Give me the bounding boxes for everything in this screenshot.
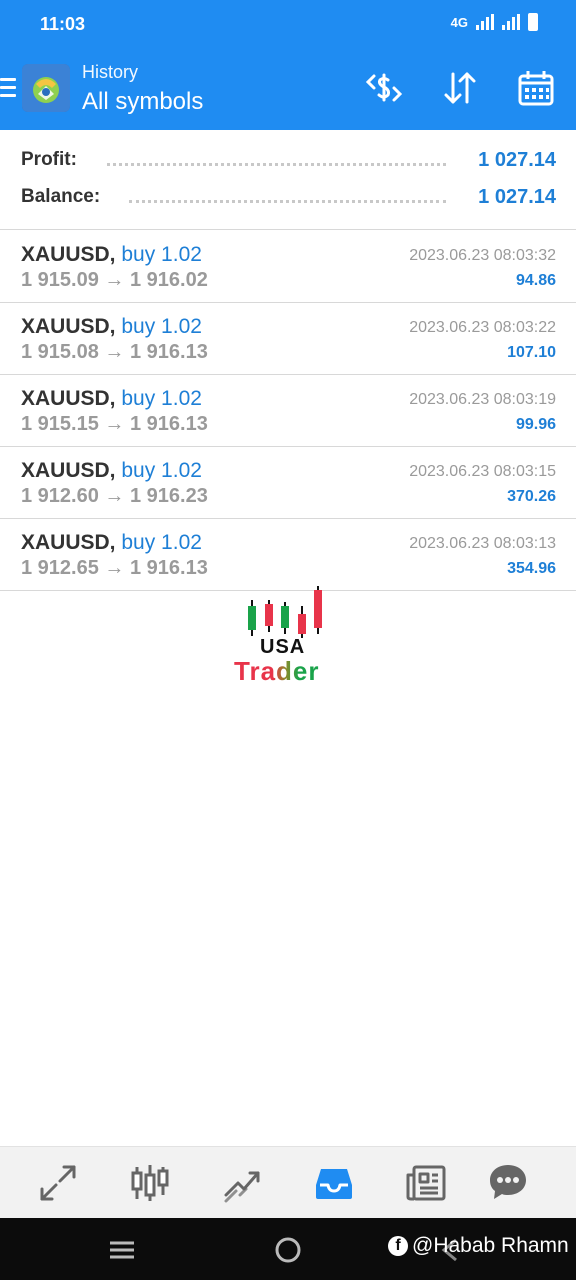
watermark-line2: Trader: [234, 656, 320, 687]
chart-icon[interactable]: [220, 1161, 264, 1205]
dotted-leader: [129, 200, 446, 203]
deal-symbol: XAUUSD,: [21, 459, 116, 482]
battery-icon: [528, 13, 538, 31]
profit-row: Profit: 1 027.14: [21, 149, 556, 177]
deal-title: XAUUSD, buy 1.02: [21, 387, 202, 411]
news-icon[interactable]: [404, 1161, 448, 1205]
calendar-icon[interactable]: [516, 68, 556, 108]
trade-icon[interactable]: [36, 1161, 80, 1205]
deal-prices: 1 915.08 → 1 916.13: [21, 341, 208, 364]
balance-label: Balance:: [21, 186, 107, 208]
candlestick-logo-icon: [248, 586, 322, 640]
deal-prices: 1 915.15 → 1 916.13: [21, 413, 208, 436]
open-price: 1 915.15: [21, 413, 99, 435]
deal-prices: 1 912.65 → 1 916.13: [21, 557, 208, 580]
profit-label: Profit:: [21, 149, 83, 171]
deal-time: 2023.06.23 08:03:19: [409, 391, 556, 408]
deal-profit: 107.10: [507, 344, 556, 361]
open-price: 1 915.09: [21, 269, 99, 291]
status-bar: 11:03 4G: [0, 0, 576, 48]
deposit-withdraw-icon[interactable]: [364, 68, 404, 108]
deal-symbol: XAUUSD,: [21, 315, 116, 338]
deal-profit: 99.96: [515, 416, 556, 433]
close-price: 1 916.13: [129, 557, 208, 579]
home-icon[interactable]: [274, 1236, 302, 1264]
facebook-credit-overlay: f @Habab Rhamn: [388, 1234, 569, 1258]
network-type: 4G: [450, 14, 468, 30]
open-price: 1 912.65: [21, 557, 99, 579]
deal-row[interactable]: XAUUSD, buy 1.02 1 912.65 → 1 916.13 202…: [0, 519, 576, 591]
deal-row[interactable]: XAUUSD, buy 1.02 1 915.08 → 1 916.13 202…: [0, 303, 576, 375]
close-price: 1 916.02: [129, 269, 208, 291]
deal-title: XAUUSD, buy 1.02: [21, 531, 202, 555]
dotted-leader: [107, 163, 446, 166]
deal-profit: 370.26: [507, 488, 556, 505]
facebook-icon: f: [388, 1236, 408, 1256]
deal-profit: 94.86: [515, 272, 556, 289]
usa-trader-watermark: USA Trader: [232, 584, 344, 688]
summary-panel: Profit: 1 027.14 Balance: 1 027.14: [0, 130, 576, 230]
balance-value: 1 027.14: [472, 186, 556, 209]
deal-time: 2023.06.23 08:03:15: [409, 463, 556, 480]
deal-side: buy 1.02: [121, 387, 202, 410]
header-title[interactable]: All symbols: [82, 88, 203, 116]
deal-time: 2023.06.23 08:03:32: [409, 247, 556, 264]
close-price: 1 916.13: [129, 341, 208, 363]
deal-symbol: XAUUSD,: [21, 243, 116, 266]
arrow-icon: →: [104, 557, 125, 579]
deal-prices: 1 915.09 → 1 916.02: [21, 269, 208, 292]
signal-icon-2: [502, 14, 520, 30]
recents-icon[interactable]: [108, 1240, 136, 1260]
signal-icon: [476, 14, 494, 30]
close-price: 1 916.23: [129, 485, 208, 507]
history-icon[interactable]: [312, 1161, 356, 1205]
metatrader-logo[interactable]: [22, 64, 70, 112]
deal-time: 2023.06.23 08:03:22: [409, 319, 556, 336]
credit-text: @Habab Rhamn: [412, 1234, 569, 1257]
chat-icon[interactable]: [486, 1161, 530, 1205]
close-price: 1 916.13: [129, 413, 208, 435]
deal-title: XAUUSD, buy 1.02: [21, 459, 202, 483]
deal-side: buy 1.02: [121, 459, 202, 482]
deal-title: XAUUSD, buy 1.02: [21, 243, 202, 267]
deal-side: buy 1.02: [121, 315, 202, 338]
arrow-icon: →: [104, 341, 125, 363]
header-subtitle: History: [82, 62, 139, 82]
deal-prices: 1 912.60 → 1 916.23: [21, 485, 208, 508]
sort-icon[interactable]: [440, 68, 480, 108]
balance-row: Balance: 1 027.14: [21, 186, 556, 214]
watermark-line2-text: Trader: [234, 656, 320, 686]
deal-side: buy 1.02: [121, 531, 202, 554]
arrow-icon: →: [104, 413, 125, 435]
deal-profit: 354.96: [507, 560, 556, 577]
deal-row[interactable]: XAUUSD, buy 1.02 1 915.15 → 1 916.13 202…: [0, 375, 576, 447]
deal-side: buy 1.02: [121, 243, 202, 266]
quotes-icon[interactable]: [128, 1161, 172, 1205]
app-bar: History All symbols: [0, 48, 576, 130]
deal-row[interactable]: XAUUSD, buy 1.02 1 912.60 → 1 916.23 202…: [0, 447, 576, 519]
deal-symbol: XAUUSD,: [21, 531, 116, 554]
arrow-icon: →: [104, 485, 125, 507]
deal-row[interactable]: XAUUSD, buy 1.02 1 915.09 → 1 916.02 202…: [0, 231, 576, 303]
system-nav-bar: f @Habab Rhamn: [0, 1218, 576, 1280]
status-icons: 4G: [451, 13, 538, 31]
deal-title: XAUUSD, buy 1.02: [21, 315, 202, 339]
open-price: 1 915.08: [21, 341, 99, 363]
profit-value: 1 027.14: [472, 149, 556, 172]
arrow-icon: →: [104, 269, 125, 291]
menu-icon[interactable]: [0, 78, 16, 98]
deal-symbol: XAUUSD,: [21, 387, 116, 410]
bottom-nav: [0, 1146, 576, 1218]
open-price: 1 912.60: [21, 485, 99, 507]
deal-time: 2023.06.23 08:03:13: [409, 535, 556, 552]
status-time: 11:03: [40, 14, 86, 34]
